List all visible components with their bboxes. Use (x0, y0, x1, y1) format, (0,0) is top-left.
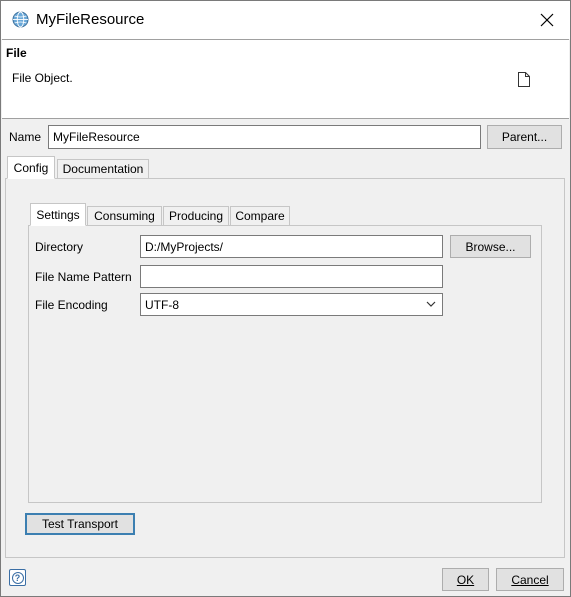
file-icon (518, 72, 530, 87)
tab-consuming[interactable]: Consuming (87, 206, 162, 226)
file-name-pattern-label: File Name Pattern (35, 270, 132, 284)
dialog-window: MyFileResource File File Object. Name My… (0, 0, 571, 597)
window-title: MyFileResource (36, 11, 145, 28)
name-label: Name (9, 130, 42, 144)
tab-producing[interactable]: Producing (163, 206, 229, 226)
chevron-down-icon (426, 301, 436, 307)
cancel-button[interactable]: Cancel (496, 568, 564, 591)
file-encoding-select[interactable]: UTF-8 (140, 293, 443, 316)
header-title: File (6, 46, 27, 60)
tab-config[interactable]: Config (7, 156, 55, 179)
header-description: File Object. (12, 71, 73, 85)
close-icon (540, 13, 554, 27)
cancel-label: Cancel (511, 572, 549, 587)
ok-label: OK (456, 572, 475, 587)
tab-settings[interactable]: Settings (30, 203, 86, 226)
browse-button[interactable]: Browse... (450, 235, 531, 258)
directory-label: Directory (35, 240, 84, 254)
help-button[interactable]: ? (9, 569, 26, 586)
tab-documentation[interactable]: Documentation (57, 159, 149, 179)
tab-compare[interactable]: Compare (230, 206, 290, 226)
file-encoding-label: File Encoding (35, 298, 108, 312)
title-bar[interactable]: MyFileResource (1, 1, 570, 39)
file-name-pattern-field[interactable] (140, 265, 443, 288)
directory-field[interactable]: D:/MyProjects/ (140, 235, 443, 258)
name-field[interactable]: MyFileResource (48, 125, 481, 149)
close-button[interactable] (524, 1, 570, 39)
help-icon: ? (11, 571, 24, 584)
parent-button[interactable]: Parent... (487, 125, 562, 149)
file-encoding-value: UTF-8 (145, 298, 179, 312)
test-transport-button[interactable]: Test Transport (25, 513, 135, 535)
globe-icon (12, 11, 29, 28)
header-panel: File File Object. (2, 39, 569, 119)
ok-button[interactable]: OK (442, 568, 489, 591)
